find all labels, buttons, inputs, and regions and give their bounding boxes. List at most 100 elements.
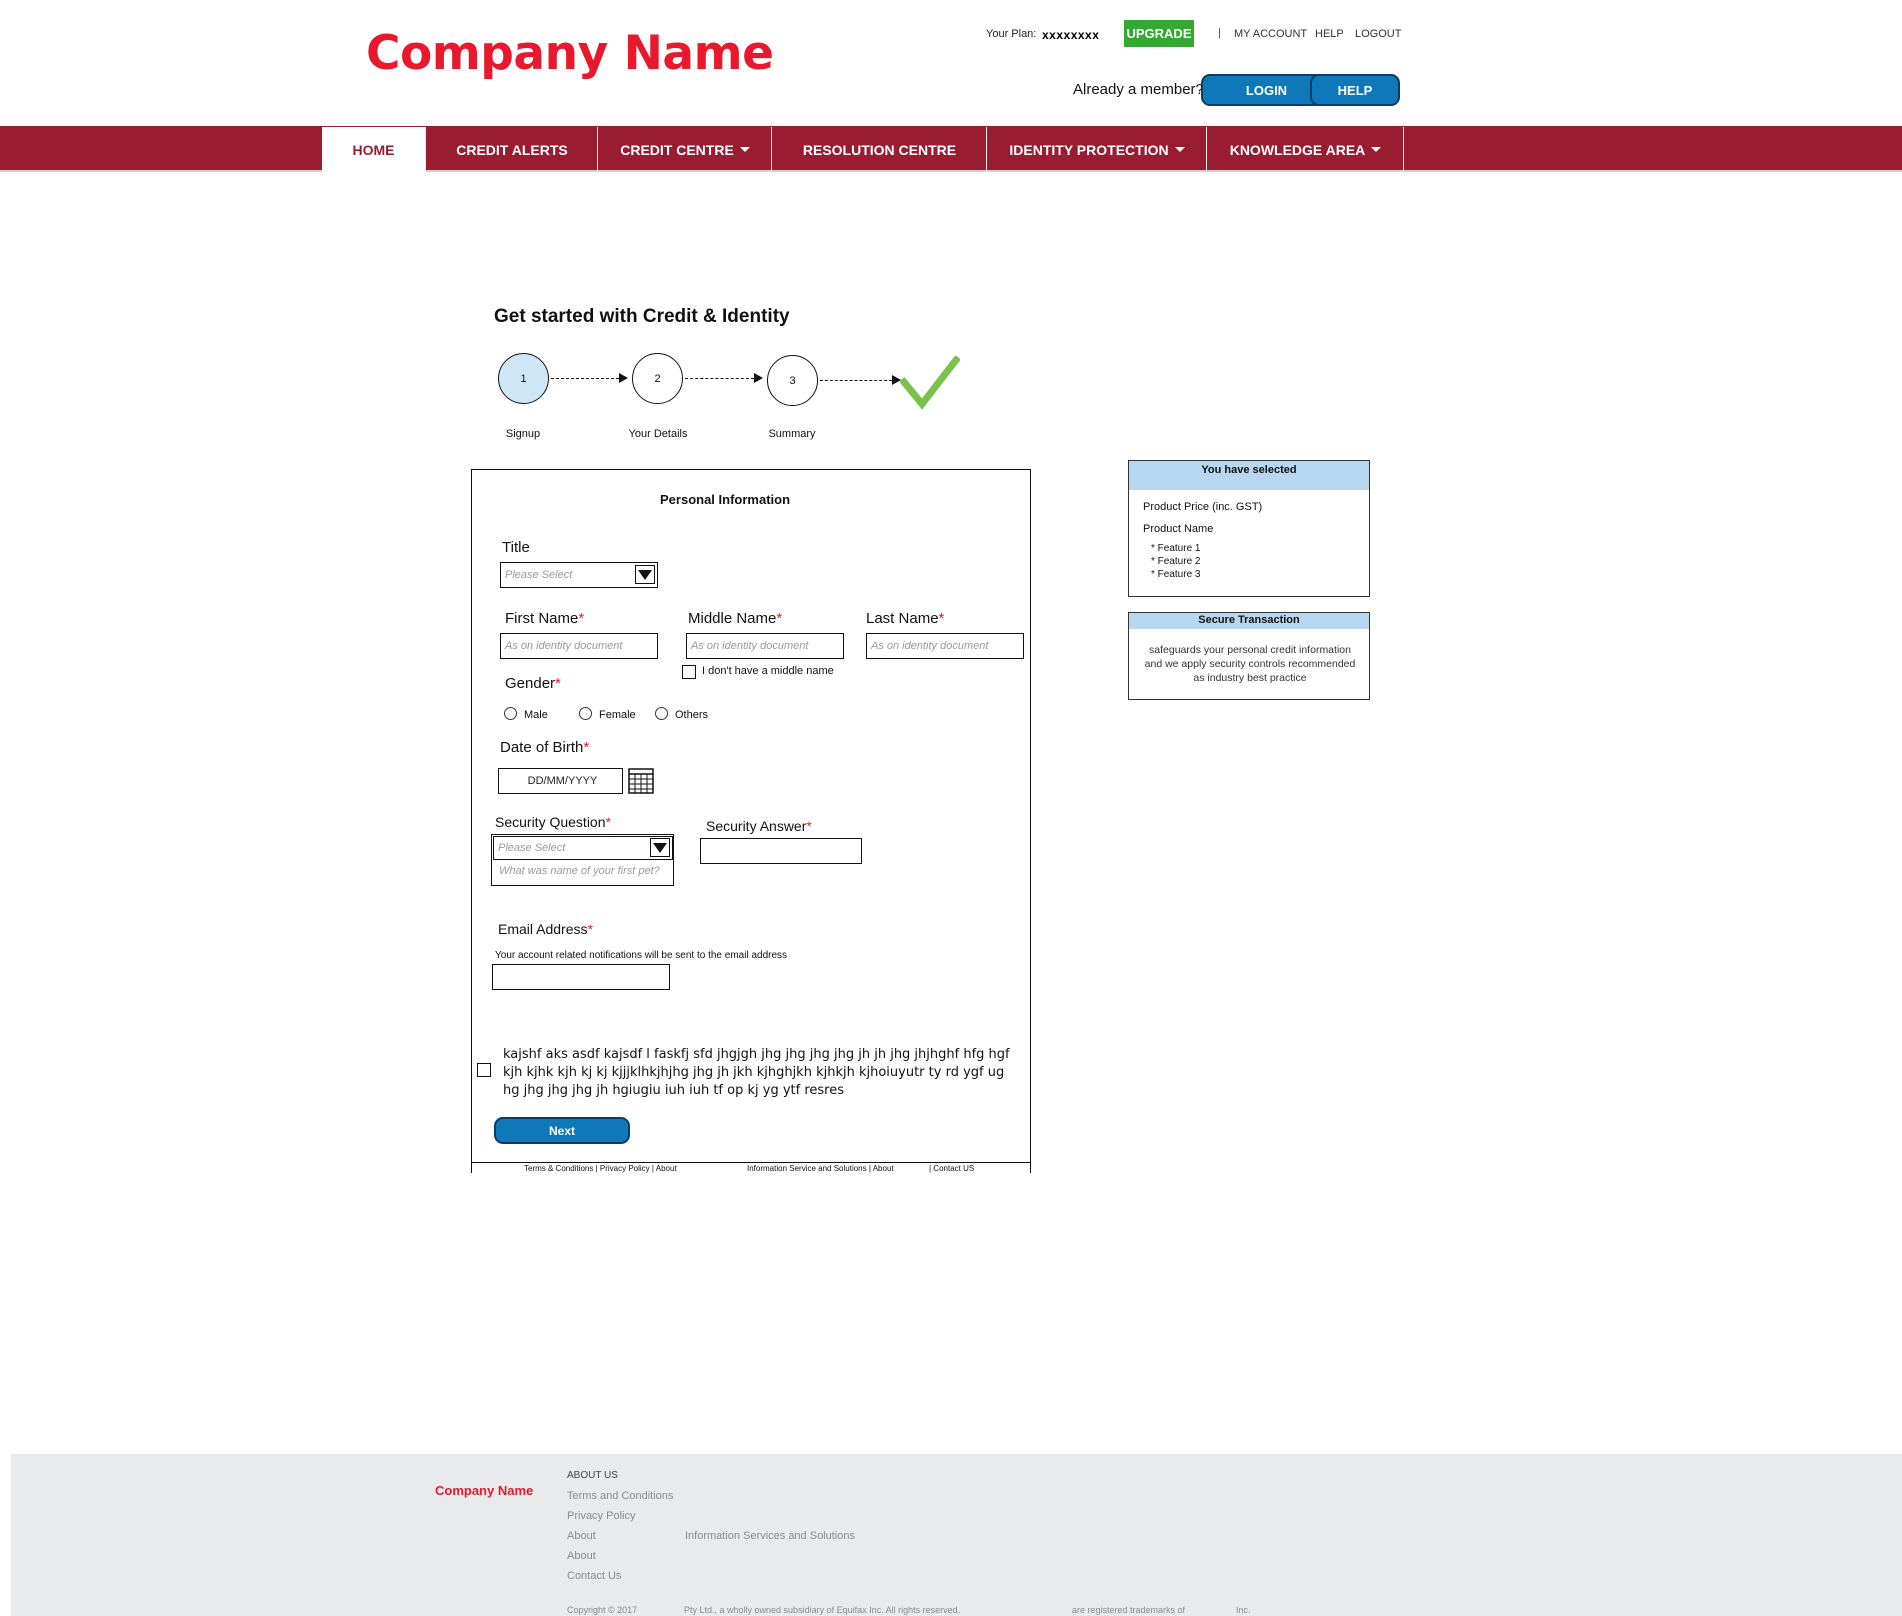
site-footer: [11, 1454, 1902, 1616]
arrow-right-icon: [619, 373, 628, 383]
terms-text: kajshf aks asdf kajsdf l faskfj sfd jhgj…: [503, 1047, 1010, 1098]
help-link[interactable]: HELP: [1315, 28, 1344, 40]
title-label: Title: [502, 539, 530, 556]
step-1-number: 1: [520, 372, 527, 385]
dropdown-arrow-icon[interactable]: [650, 838, 670, 857]
last-name-label: Last Name*: [866, 610, 945, 627]
middle-name-input[interactable]: As on identity document: [686, 633, 844, 659]
nav-resolution-centre-label: RESOLUTION CENTRE: [802, 141, 957, 158]
step-3-number: 3: [789, 374, 796, 387]
step-connector: [685, 378, 754, 379]
security-question-label: Security Question*: [495, 814, 611, 830]
nav-identity-protection-label: IDENTITY PROTECTION: [1009, 141, 1169, 158]
dob-input[interactable]: DD/MM/YYYY: [498, 768, 623, 794]
nav-credit-centre[interactable]: CREDIT CENTRE: [599, 127, 772, 172]
footer-link-about-2[interactable]: About: [567, 1550, 596, 1562]
footer-subsidiary-text: Pty Ltd., a wholly owned subsidiary of E…: [684, 1605, 961, 1615]
gender-label: Gender*: [505, 675, 561, 692]
gender-female-label: Female: [599, 709, 636, 721]
form-mini-footer: Terms & Conditions | Privacy Policy | Ab…: [471, 1162, 1031, 1174]
form-section-title: Personal Information: [660, 492, 791, 507]
header-separator: |: [1218, 27, 1221, 39]
security-question-select[interactable]: Please Select: [493, 836, 673, 860]
footer-link-privacy[interactable]: Privacy Policy: [567, 1510, 635, 1522]
next-button[interactable]: Next: [494, 1117, 630, 1144]
gender-male-label: Male: [524, 709, 548, 721]
nav-credit-alerts-label: CREDIT ALERTS: [456, 141, 568, 158]
mini-footer-links[interactable]: Terms & Conditions | Privacy Policy | Ab…: [524, 1164, 677, 1173]
middle-name-label: Middle Name*: [688, 610, 783, 627]
chevron-down-icon: [1174, 147, 1185, 152]
security-answer-label: Security Answer*: [706, 818, 812, 834]
secure-transaction-box: Secure Transaction safeguards your perso…: [1128, 612, 1370, 700]
first-name-input[interactable]: As on identity document: [500, 633, 658, 659]
step-3-circle: 3: [767, 355, 818, 406]
secure-transaction-text: safeguards your personal credit informat…: [1144, 644, 1356, 684]
gender-male-radio[interactable]: [504, 707, 517, 720]
footer-trademarks-text: are registered trademarks of: [1072, 1605, 1186, 1615]
security-question-option[interactable]: What was name of your first pet?: [499, 865, 660, 877]
security-answer-input[interactable]: [700, 838, 862, 864]
footer-about-heading: ABOUT US: [567, 1470, 618, 1481]
step-3-label: Summary: [768, 428, 816, 440]
feature-item: * Feature 3: [1151, 569, 1201, 580]
my-account-link[interactable]: MY ACCOUNT: [1234, 28, 1307, 40]
gender-others-label: Others: [675, 709, 709, 721]
calendar-icon[interactable]: [628, 768, 654, 794]
nav-knowledge-area[interactable]: KNOWLEDGE AREA: [1208, 127, 1404, 172]
step-2-circle: 2: [632, 353, 683, 404]
secure-transaction-heading: Secure Transaction: [1129, 613, 1369, 629]
selection-summary-box: You have selected Product Price (inc. GS…: [1128, 460, 1370, 597]
product-price-label: Product Price (inc. GST): [1143, 501, 1263, 513]
footer-link-info-services[interactable]: Information Services and Solutions: [685, 1530, 855, 1542]
already-member-text: Already a member?: [1073, 81, 1204, 98]
dob-label: Date of Birth*: [500, 739, 590, 756]
logout-link[interactable]: LOGOUT: [1355, 28, 1401, 40]
nav-credit-centre-label: CREDIT CENTRE: [620, 141, 734, 158]
upgrade-button[interactable]: UPGRADE: [1124, 20, 1194, 47]
mini-footer-info[interactable]: Information Service and Solutions | Abou…: [747, 1164, 894, 1173]
gender-others-radio[interactable]: [655, 707, 668, 720]
first-name-label: First Name*: [505, 610, 585, 627]
help-button[interactable]: HELP: [1310, 74, 1400, 106]
footer-link-about[interactable]: About: [567, 1530, 596, 1542]
product-name: Product Name: [1143, 523, 1214, 535]
title-select-value: Please Select: [505, 569, 573, 581]
nav-home[interactable]: HOME: [322, 127, 426, 172]
plan-label: Your Plan:: [986, 28, 1037, 40]
chevron-down-icon: [1371, 147, 1382, 152]
last-name-input[interactable]: As on identity document: [866, 633, 1024, 659]
nav-home-label: HOME: [352, 141, 395, 158]
no-middle-name-checkbox[interactable]: [682, 665, 696, 679]
title-select[interactable]: Please Select: [500, 562, 658, 588]
company-logo[interactable]: Company Name: [366, 26, 774, 81]
mini-footer-contact[interactable]: | Contact US: [929, 1164, 974, 1173]
email-input[interactable]: [492, 964, 670, 990]
step-2-label: Your Details: [628, 428, 688, 440]
footer-copyright: Copyright © 2017: [567, 1605, 638, 1615]
step-1-circle: 1: [498, 353, 549, 404]
step-1-label: Signup: [505, 428, 541, 440]
gender-female-radio[interactable]: [579, 707, 592, 720]
nav-resolution-centre[interactable]: RESOLUTION CENTRE: [773, 127, 987, 172]
nav-credit-alerts[interactable]: CREDIT ALERTS: [427, 127, 598, 172]
footer-link-terms[interactable]: Terms and Conditions: [567, 1490, 673, 1502]
footer-link-contact[interactable]: Contact Us: [567, 1570, 621, 1582]
footer-inc-text: Inc.: [1236, 1605, 1251, 1615]
feature-item: * Feature 1: [1151, 543, 1201, 554]
footer-logo[interactable]: Company Name: [435, 1483, 533, 1498]
terms-checkbox[interactable]: [477, 1063, 491, 1077]
email-help-text: Your account related notifications will …: [495, 950, 788, 961]
dropdown-arrow-icon[interactable]: [635, 565, 655, 584]
page-title: Get started with Credit & Identity: [494, 306, 790, 327]
nav-knowledge-area-label: KNOWLEDGE AREA: [1229, 141, 1366, 158]
no-middle-name-label: I don't have a middle name: [702, 665, 834, 677]
checkmark-icon: [900, 356, 960, 410]
selection-summary-heading: You have selected: [1129, 461, 1369, 490]
arrow-right-icon: [754, 373, 763, 383]
step-2-number: 2: [654, 372, 661, 385]
nav-identity-protection[interactable]: IDENTITY PROTECTION: [988, 127, 1207, 172]
feature-item: * Feature 2: [1151, 556, 1201, 567]
chevron-down-icon: [739, 147, 750, 152]
plan-value: xxxxxxxx: [1042, 28, 1100, 42]
